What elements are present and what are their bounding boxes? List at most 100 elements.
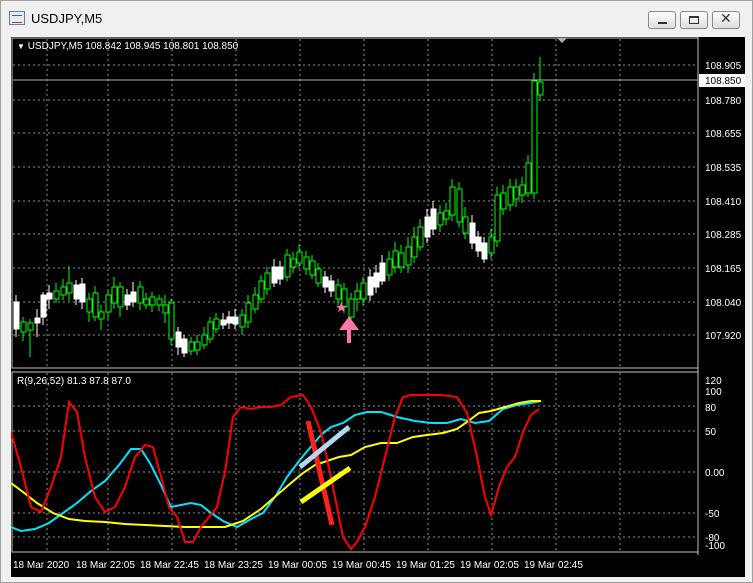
- candle-body: [245, 302, 252, 323]
- candle-body: [531, 80, 538, 194]
- candle-body: [73, 284, 80, 300]
- candle-body: [220, 319, 227, 326]
- candle-body: [149, 296, 156, 306]
- chart-area[interactable]: 108.905 108.780 108.655 108.535 108.410 …: [11, 37, 745, 577]
- candle-body: [156, 298, 163, 306]
- close-button[interactable]: ✕: [712, 11, 740, 29]
- candle-body: [137, 286, 144, 304]
- candle-body: [354, 290, 361, 300]
- indicator-panel-frame: [11, 371, 699, 553]
- candle-body: [143, 298, 150, 306]
- time-label: 19 Mar 00:45: [332, 560, 391, 571]
- candle-body: [226, 316, 233, 324]
- candle-body: [360, 282, 367, 300]
- candle-body: [66, 282, 73, 294]
- candle-body: [40, 294, 47, 318]
- candle-body: [105, 294, 112, 313]
- candle-body: [188, 341, 195, 352]
- level-label: 100: [705, 387, 722, 398]
- candle-body: [264, 272, 271, 290]
- candle-body: [519, 184, 526, 196]
- candle-body: [322, 276, 329, 288]
- candle-body: [443, 210, 450, 220]
- symbol-info: ▼ USDJPY,M5 108.842 108.945 108.801 108.…: [17, 41, 239, 52]
- level-label: 0.00: [705, 468, 725, 479]
- chart-shift-icon[interactable]: [557, 38, 567, 43]
- candle-body: [303, 256, 310, 270]
- candle-body: [315, 268, 322, 284]
- candle-body: [462, 216, 469, 234]
- candle-body: [60, 286, 67, 296]
- candle-body: [488, 236, 495, 254]
- candle-body: [494, 194, 501, 242]
- candle-body: [86, 298, 93, 313]
- candle-body: [430, 208, 437, 230]
- time-label: 18 Mar 23:25: [204, 560, 263, 571]
- candle-body: [379, 262, 386, 282]
- maximize-button[interactable]: [680, 11, 708, 29]
- candle-body: [525, 162, 532, 194]
- candle-body: [20, 321, 27, 333]
- candle-body: [79, 283, 86, 303]
- level-label: 80: [705, 403, 717, 414]
- up-arrow-icon: [339, 316, 359, 343]
- chart-canvas[interactable]: 108.905 108.780 108.655 108.535 108.410 …: [11, 37, 745, 577]
- candle-body: [500, 192, 507, 210]
- level-label: 120: [705, 376, 722, 387]
- candle-body: [124, 294, 131, 306]
- price-label: 108.535: [705, 163, 742, 174]
- candle-body: [348, 298, 355, 318]
- price-label: 108.285: [705, 230, 742, 241]
- price-axis: 108.905 108.780 108.655 108.535 108.410 …: [705, 61, 742, 342]
- indicator-line-mid: [11, 400, 542, 533]
- candle-body: [92, 292, 99, 318]
- candle-body: [481, 242, 488, 260]
- candle-body: [213, 318, 220, 330]
- price-label: 108.655: [705, 129, 742, 140]
- time-label: 19 Mar 00:05: [268, 560, 327, 571]
- candle-body: [386, 258, 393, 276]
- candle-body: [328, 280, 335, 292]
- candle-body: [537, 81, 544, 96]
- candle-body: [398, 252, 405, 268]
- time-label: 19 Mar 02:45: [524, 560, 583, 571]
- candle-body: [252, 294, 259, 310]
- indicator-grid: [13, 373, 697, 551]
- candle-body: [117, 286, 124, 308]
- candle-body: [449, 186, 456, 216]
- candle-body: [130, 291, 137, 303]
- candle-body: [284, 254, 291, 278]
- candle-body: [13, 301, 20, 330]
- chart-window-icon: [9, 11, 25, 25]
- price-label: 108.410: [705, 197, 742, 208]
- candle-body: [513, 186, 520, 200]
- candle-body: [367, 276, 374, 296]
- candle-body: [277, 266, 284, 280]
- candle-body: [111, 286, 118, 304]
- level-label: -100: [705, 541, 725, 552]
- candle-body: [239, 314, 246, 328]
- candle-body: [232, 316, 239, 325]
- candle-body: [168, 302, 175, 340]
- candle-body: [469, 222, 476, 244]
- candle-body: [46, 292, 53, 300]
- candle-body: [201, 334, 208, 346]
- dropdown-triangle-icon[interactable]: ▼: [17, 42, 25, 51]
- level-label: 50: [705, 427, 717, 438]
- window-title: USDJPY,M5: [31, 11, 103, 26]
- time-axis: 18 Mar 2020 18 Mar 22:05 18 Mar 22:45 18…: [13, 560, 583, 571]
- candle-body: [53, 290, 60, 300]
- main-panel-frame: [11, 37, 699, 369]
- minimize-button[interactable]: [648, 11, 676, 29]
- candle-body: [271, 266, 278, 284]
- candle-body: [258, 280, 265, 300]
- candle-body: [207, 321, 214, 340]
- candle-body: [181, 338, 188, 354]
- time-label: 18 Mar 2020: [13, 560, 70, 571]
- title-bar[interactable]: USDJPY,M5 ✕: [1, 1, 752, 37]
- current-price-label: 108.850: [705, 76, 742, 87]
- candle-body: [411, 236, 418, 258]
- candle-body: [296, 251, 303, 264]
- indicator-info: R(9,26,52) 81.3 87.8 87.0: [17, 376, 131, 387]
- candle-body: [162, 304, 169, 314]
